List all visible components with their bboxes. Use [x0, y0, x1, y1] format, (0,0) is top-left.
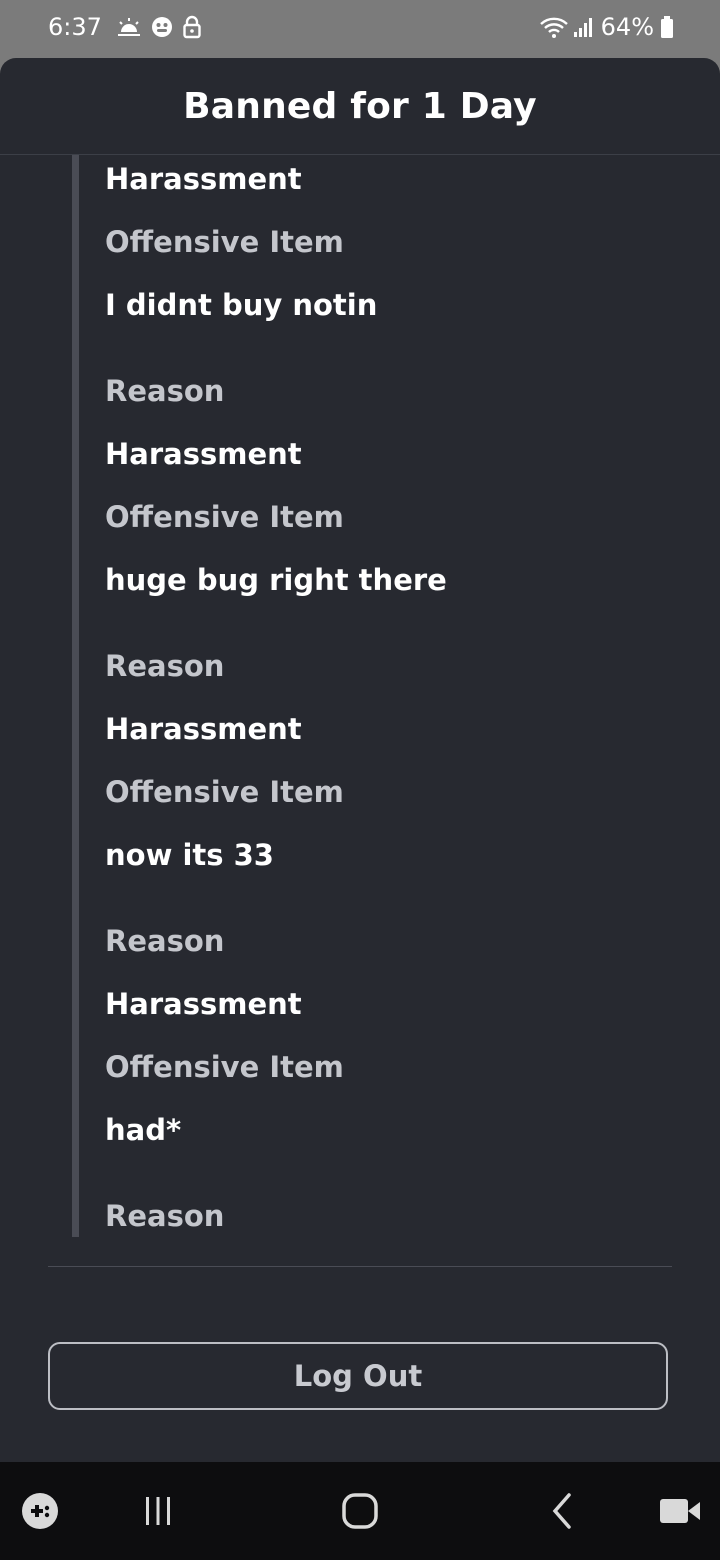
- reason-label: Reason: [105, 1199, 225, 1233]
- status-bar: 6:37 64%: [0, 0, 720, 58]
- weather-sunrise-icon: [116, 16, 142, 38]
- lock-icon: [182, 15, 202, 39]
- reason-label: Reason: [105, 374, 225, 408]
- back-icon: [547, 1492, 577, 1530]
- battery-percent: 64%: [600, 13, 654, 41]
- quote-bar: [72, 155, 79, 1237]
- offensive-item-label: Offensive Item: [105, 500, 344, 534]
- video-record-button[interactable]: [658, 1462, 702, 1560]
- video-record-icon: [659, 1496, 701, 1526]
- recent-apps-icon: [141, 1494, 175, 1528]
- reason-value: Harassment: [105, 712, 302, 746]
- reason-value: Harassment: [105, 162, 302, 196]
- recent-apps-button[interactable]: [138, 1462, 178, 1560]
- status-left: 6:37: [48, 13, 210, 41]
- home-button[interactable]: [338, 1462, 382, 1560]
- home-icon: [340, 1491, 380, 1531]
- game-launcher-icon: [20, 1491, 60, 1531]
- game-controller-badge-icon: [150, 15, 174, 39]
- ban-modal: Banned for 1 Day Harassment Offensive It…: [0, 58, 720, 1462]
- offensive-item-label: Offensive Item: [105, 225, 344, 259]
- back-button[interactable]: [544, 1462, 580, 1560]
- cell-signal-icon: [573, 16, 595, 38]
- offensive-item-value: had*: [105, 1113, 182, 1147]
- modal-title: Banned for 1 Day: [183, 85, 537, 127]
- game-launcher-button[interactable]: [18, 1462, 62, 1560]
- reason-label: Reason: [105, 924, 225, 958]
- reason-value: Harassment: [105, 987, 302, 1021]
- status-time: 6:37: [48, 13, 102, 41]
- system-nav-bar: [0, 1462, 720, 1560]
- reason-label: Reason: [105, 649, 225, 683]
- offensive-item-value: huge bug right there: [105, 563, 447, 597]
- status-right: 64%: [539, 13, 674, 41]
- battery-icon: [660, 15, 674, 39]
- offensive-item-value: now its 33: [105, 838, 274, 872]
- footer-divider: [48, 1266, 672, 1267]
- moderation-details-scroll[interactable]: Harassment Offensive Item I didnt buy no…: [0, 155, 720, 1237]
- offensive-item-value: I didnt buy notin: [105, 288, 378, 322]
- offensive-item-label: Offensive Item: [105, 1050, 344, 1084]
- modal-header: Banned for 1 Day: [0, 58, 720, 155]
- offensive-item-label: Offensive Item: [105, 775, 344, 809]
- wifi-icon: [539, 15, 569, 39]
- moderation-entries: Harassment Offensive Item I didnt buy no…: [105, 155, 685, 1236]
- reason-value: Harassment: [105, 437, 302, 471]
- logout-button[interactable]: Log Out: [48, 1342, 668, 1410]
